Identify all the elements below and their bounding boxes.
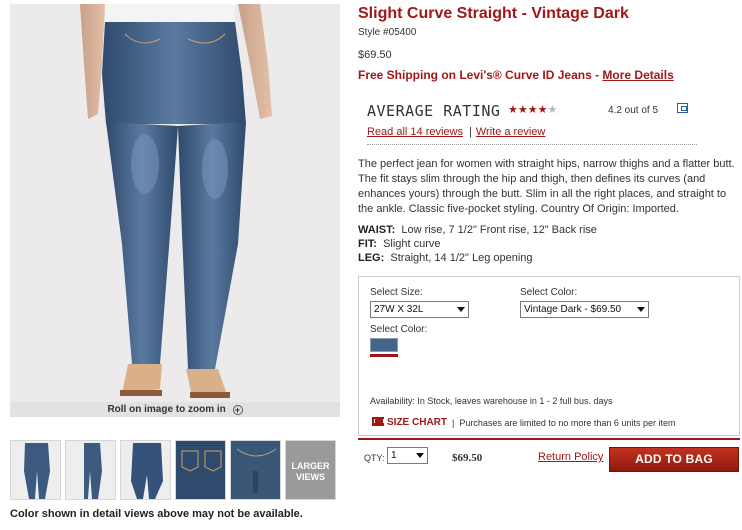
shipping-promo-text: Free Shipping on Levi's® Curve ID Jeans … bbox=[358, 68, 603, 82]
spec-waist: WAIST: Low rise, 7 1/2" Front rise, 12" … bbox=[358, 223, 597, 237]
chevron-down-icon bbox=[637, 307, 645, 312]
product-title: Slight Curve Straight - Vintage Dark bbox=[358, 5, 629, 22]
chevron-down-icon bbox=[416, 453, 424, 458]
jeans-model-illustration bbox=[80, 4, 272, 398]
shipping-promo: Free Shipping on Levi's® Curve ID Jeans … bbox=[358, 68, 674, 82]
cart-divider bbox=[358, 438, 740, 440]
jeans-closeup-thumbnail-icon bbox=[131, 443, 163, 499]
plus-circle-icon: + bbox=[232, 405, 243, 415]
return-policy-link[interactable]: Return Policy bbox=[538, 451, 603, 463]
spec-value: Slight curve bbox=[383, 238, 441, 250]
limit-separator: | bbox=[452, 418, 455, 428]
chevron-down-icon bbox=[457, 307, 465, 312]
spec-label: WAIST: bbox=[358, 224, 396, 236]
thumbnail-front-closeup[interactable] bbox=[120, 440, 171, 500]
thumbnail-side-view[interactable] bbox=[65, 440, 116, 500]
star-rating-icon: ★★★★★ bbox=[508, 103, 557, 116]
larger-views-label: LARGER VIEWS bbox=[291, 461, 330, 482]
thumbnail-pocket-detail[interactable] bbox=[230, 440, 281, 500]
product-description: The perfect jean for women with straight… bbox=[358, 158, 735, 215]
quantity-value: 1 bbox=[391, 450, 397, 461]
stars-filled: ★★★★ bbox=[508, 104, 548, 116]
color-select[interactable]: Vintage Dark - $69.50 bbox=[520, 301, 649, 318]
purchase-limit-note: | Purchases are limited to no more than 6… bbox=[452, 418, 675, 428]
color-swatch-vintage-dark[interactable] bbox=[370, 338, 398, 352]
stars-empty: ★ bbox=[547, 104, 558, 116]
spec-fit: FIT: Slight curve bbox=[358, 237, 597, 251]
color-disclaimer: Color shown in detail views above may no… bbox=[10, 508, 303, 520]
selected-swatch-indicator bbox=[370, 354, 398, 357]
zoom-hint-bar: Roll on image to zoom in + bbox=[10, 402, 340, 417]
ruler-icon bbox=[372, 417, 384, 426]
color-select-label: Select Color: bbox=[520, 287, 578, 298]
style-number: Style #05400 bbox=[358, 27, 417, 38]
spec-label: LEG: bbox=[358, 252, 385, 264]
jeans-pocket-thumbnail-icon bbox=[231, 441, 280, 499]
more-details-link[interactable]: More Details bbox=[602, 68, 673, 82]
cart-price: $69.50 bbox=[452, 452, 483, 464]
rating-divider bbox=[367, 144, 697, 145]
zoom-hint-label: Roll on image to zoom in bbox=[107, 404, 226, 415]
read-reviews-link[interactable]: Read all 14 reviews bbox=[367, 126, 463, 138]
size-select[interactable]: 27W X 32L bbox=[370, 301, 469, 318]
purchase-limit-text: Purchases are limited to no more than 6 … bbox=[459, 418, 676, 428]
jeans-front-thumbnail-icon bbox=[24, 443, 50, 499]
spec-label: FIT: bbox=[358, 238, 377, 250]
thumbnail-strip: LARGER VIEWS bbox=[10, 440, 340, 502]
write-review-link[interactable]: Write a review bbox=[476, 126, 545, 138]
product-specs: WAIST: Low rise, 7 1/2" Front rise, 12" … bbox=[358, 223, 597, 265]
product-price: $69.50 bbox=[358, 49, 392, 61]
quantity-label: QTY: bbox=[364, 453, 385, 463]
rating-score: 4.2 out of 5 bbox=[608, 105, 659, 116]
thumbnail-back-closeup[interactable] bbox=[175, 440, 226, 500]
rating-box: AVERAGE RATING ★★★★★ 4.2 out of 5 Read a… bbox=[367, 100, 707, 142]
size-chart-label: SIZE CHART bbox=[387, 417, 447, 428]
external-window-icon[interactable] bbox=[677, 103, 688, 113]
jeans-side-thumbnail-icon bbox=[84, 443, 102, 499]
average-rating-label: AVERAGE RATING bbox=[367, 102, 501, 120]
swatch-label: Select Color: bbox=[370, 324, 428, 335]
review-links: Read all 14 reviews | Write a review bbox=[367, 126, 551, 138]
purchase-options-box: Select Size: 27W X 32L Select Color: Vin… bbox=[358, 276, 740, 436]
spec-value: Straight, 14 1/2" Leg opening bbox=[390, 252, 533, 264]
size-select-label: Select Size: bbox=[370, 287, 423, 298]
color-select-value: Vintage Dark - $69.50 bbox=[524, 304, 622, 315]
jeans-back-thumbnail-icon bbox=[176, 441, 225, 499]
spec-leg: LEG: Straight, 14 1/2" Leg opening bbox=[358, 251, 597, 265]
quantity-select[interactable]: 1 bbox=[387, 447, 428, 464]
add-to-bag-button[interactable]: ADD TO BAG bbox=[609, 447, 739, 472]
spec-value: Low rise, 7 1/2" Front rise, 12" Back ri… bbox=[401, 224, 597, 236]
availability-text: Availability: In Stock, leaves warehouse… bbox=[370, 396, 613, 406]
product-main-image[interactable] bbox=[10, 4, 340, 404]
thumbnail-front-view[interactable] bbox=[10, 440, 61, 500]
review-link-separator: | bbox=[469, 126, 472, 138]
larger-views-button[interactable]: LARGER VIEWS bbox=[285, 440, 336, 500]
size-chart-link[interactable]: SIZE CHART bbox=[372, 417, 447, 428]
size-select-value: 27W X 32L bbox=[374, 304, 424, 315]
